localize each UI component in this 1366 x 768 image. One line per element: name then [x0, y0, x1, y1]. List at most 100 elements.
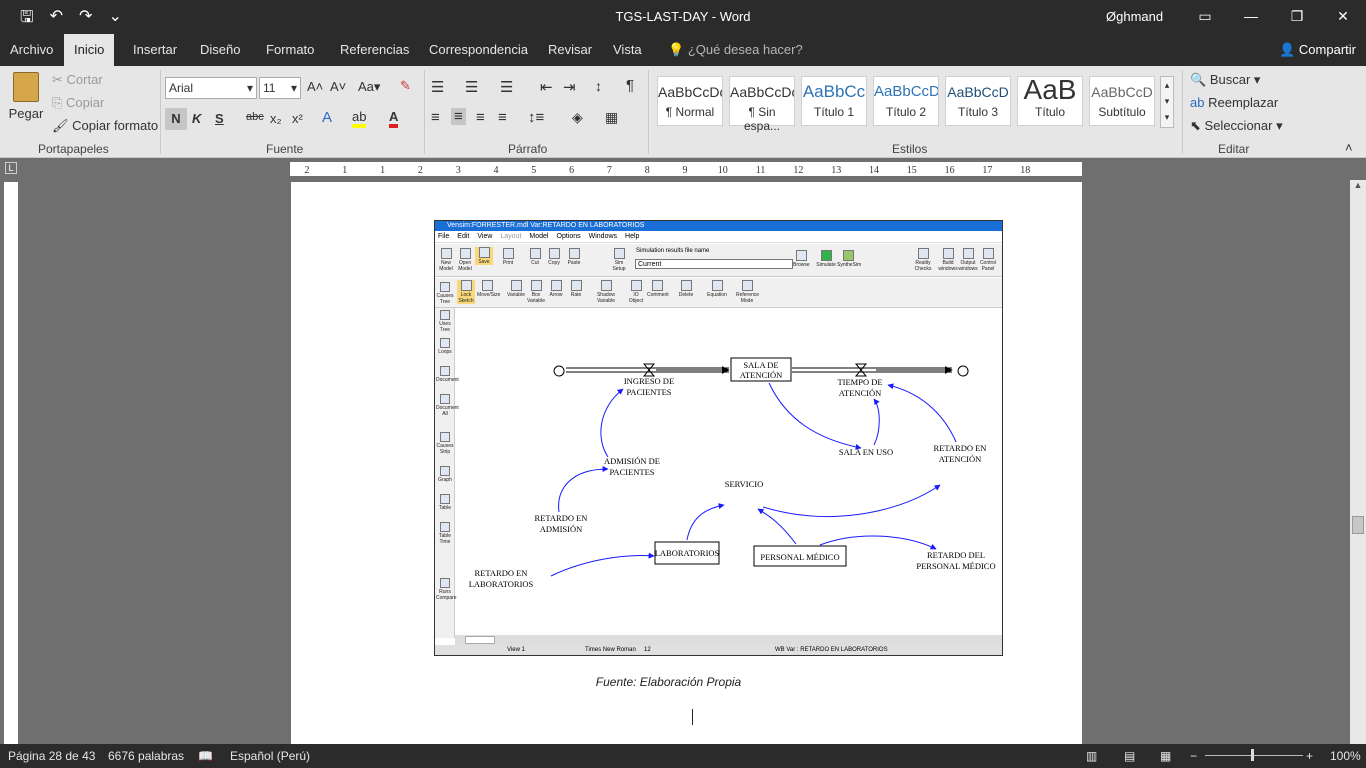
styles-gallery-scroll[interactable]: ▴ ▾ ▾: [1160, 76, 1174, 128]
bold-button[interactable]: N: [165, 108, 187, 130]
proofing-icon[interactable]: 📖: [198, 749, 213, 763]
strikethrough-button[interactable]: abc: [246, 111, 264, 123]
label-admision: ADMISIÓN DE: [604, 456, 660, 466]
paste-button[interactable]: Pegar: [8, 72, 44, 121]
ruler-number: 1: [380, 165, 385, 176]
minimize-icon[interactable]: —: [1228, 0, 1274, 32]
horizontal-ruler[interactable]: 2 1 1 2 3 4 5 6 7 8 9 10 11 12 13 14 15 16 17 18: [290, 162, 1082, 176]
zoom-level[interactable]: 100%: [1330, 749, 1361, 763]
numbering-icon[interactable]: ☰: [465, 78, 478, 96]
sort-icon[interactable]: ↕: [595, 78, 602, 94]
zoom-in-icon[interactable]: +: [1306, 749, 1313, 763]
tab-vista[interactable]: Vista: [603, 34, 652, 66]
underline-button[interactable]: S: [215, 111, 224, 126]
format-painter-button[interactable]: 🖌 Copiar formato: [52, 118, 158, 134]
figure-caption: Fuente: Elaboración Propia: [595, 675, 742, 689]
align-center-icon[interactable]: ≡: [451, 108, 466, 125]
font-group-label: Fuente: [266, 142, 304, 156]
reference-mode-tool: Reference Mode: [736, 280, 759, 304]
change-case-icon[interactable]: Aa▾: [358, 79, 380, 95]
box-variable-tool: Box Variable: [527, 280, 545, 304]
superscript-icon[interactable]: x²: [292, 111, 303, 126]
font-color-icon[interactable]: A: [389, 109, 399, 128]
tell-me-box[interactable]: 💡 ¿Qué desea hacer?: [668, 42, 803, 58]
italic-button[interactable]: K: [192, 111, 201, 126]
borders-icon[interactable]: ▦: [605, 109, 618, 126]
zoom-slider-thumb[interactable]: [1251, 749, 1254, 761]
style-normal[interactable]: AaBbCcDc ¶ Normal: [657, 76, 723, 126]
tab-insertar[interactable]: Insertar: [123, 34, 187, 66]
text-effects-icon[interactable]: A: [322, 109, 332, 126]
tab-correspondencia[interactable]: Correspondencia: [419, 34, 538, 66]
vensim-image[interactable]: Vensim:FORRESTER.mdl Var:RETARDO EN LABO…: [434, 220, 1003, 656]
bullets-icon[interactable]: ☰: [431, 78, 444, 96]
ruler-number: 11: [756, 165, 766, 176]
print-layout-icon[interactable]: ▤: [1124, 749, 1135, 763]
label-ret-atencion2: ATENCIÓN: [939, 454, 982, 464]
justify-icon[interactable]: ≡: [498, 109, 507, 126]
ruler-number: 15: [907, 165, 917, 176]
style-heading1[interactable]: AaBbCc Título 1: [801, 76, 867, 126]
cut-button[interactable]: ✂ Cortar: [52, 72, 103, 88]
shading-icon[interactable]: ◈: [572, 109, 583, 126]
share-button[interactable]: 👤 Compartir: [1279, 42, 1356, 58]
tab-revisar[interactable]: Revisar: [538, 34, 602, 66]
clear-format-icon[interactable]: ✎: [400, 78, 411, 94]
increase-indent-icon[interactable]: ⇥: [563, 78, 576, 96]
restore-icon[interactable]: ❐: [1274, 0, 1320, 32]
zoom-out-icon[interactable]: −: [1190, 749, 1197, 763]
multilevel-list-icon[interactable]: ☰: [500, 78, 513, 96]
valve-ingreso: [642, 363, 656, 377]
tab-selector[interactable]: L: [5, 162, 17, 174]
ribbon-display-icon[interactable]: ▭: [1182, 0, 1228, 32]
tab-formato[interactable]: Formato: [256, 34, 324, 66]
style-subtitle[interactable]: AaBbCcD Subtítulo: [1089, 76, 1155, 126]
zoom-slider[interactable]: [1205, 755, 1303, 756]
vensim-toolbar-1: New Model Open Model Save Print Cut Copy…: [435, 244, 1002, 277]
user-name[interactable]: Øghmand: [1106, 9, 1163, 24]
highlight-icon[interactable]: ab: [352, 109, 367, 128]
select-button[interactable]: ⬉ Seleccionar ▾: [1190, 118, 1283, 134]
brush-icon: 🖌: [52, 118, 69, 133]
style-heading3[interactable]: AaBbCcD Título 3: [945, 76, 1011, 126]
style-heading2[interactable]: AaBbCcD Título 2: [873, 76, 939, 126]
shrink-font-icon[interactable]: A˅: [330, 79, 346, 94]
web-layout-icon[interactable]: ▦: [1160, 749, 1171, 763]
lightbulb-icon: 💡: [668, 42, 685, 57]
word-count[interactable]: 6676 palabras: [108, 749, 184, 763]
language[interactable]: Español (Perú): [230, 749, 310, 763]
line-spacing-icon[interactable]: ↕≡: [528, 109, 544, 126]
font-name-box[interactable]: Arial ▾: [165, 77, 257, 99]
page-count[interactable]: Página 28 de 43: [8, 749, 95, 763]
align-right-icon[interactable]: ≡: [476, 109, 485, 126]
grow-font-icon[interactable]: A˄: [307, 79, 323, 94]
tab-diseno[interactable]: Diseño: [190, 34, 250, 66]
subscript-icon[interactable]: x₂: [270, 111, 282, 126]
cloud-sink: [957, 365, 969, 377]
tab-archivo[interactable]: Archivo: [0, 34, 63, 66]
show-marks-icon[interactable]: ¶: [626, 77, 634, 94]
tab-referencias[interactable]: Referencias: [330, 34, 419, 66]
ribbon-tabs: Archivo Inicio Insertar Diseño Formato R…: [0, 34, 1366, 66]
read-mode-icon[interactable]: ▥: [1086, 749, 1097, 763]
editing-group-label: Editar: [1218, 142, 1250, 156]
scroll-thumb[interactable]: [1352, 516, 1364, 534]
style-no-spacing[interactable]: AaBbCcDc ¶ Sin espa...: [729, 76, 795, 133]
font-size-box[interactable]: 11 ▾: [259, 77, 301, 99]
valve-tiempo: [854, 363, 868, 377]
align-left-icon[interactable]: ≡: [431, 109, 440, 126]
copy-button[interactable]: ⎘ Copiar: [52, 95, 104, 111]
label-ret-lab: RETARDO EN: [475, 568, 528, 578]
vertical-scrollbar[interactable]: ▲: [1350, 180, 1366, 744]
close-icon[interactable]: ✕: [1320, 0, 1366, 32]
paste-tool: Paste: [565, 248, 583, 266]
vertical-ruler[interactable]: [4, 182, 18, 744]
collapse-ribbon-icon[interactable]: ˄: [1345, 140, 1353, 155]
find-button[interactable]: 🔍 Buscar ▾: [1190, 72, 1260, 88]
decrease-indent-icon[interactable]: ⇤: [540, 78, 553, 96]
replace-button[interactable]: ab Reemplazar: [1190, 95, 1278, 110]
tab-inicio[interactable]: Inicio: [64, 34, 115, 66]
style-title[interactable]: AaB Título: [1017, 76, 1083, 126]
ruler-number: 13: [831, 165, 841, 176]
arrow-retadmision-to-admision: [558, 466, 609, 513]
